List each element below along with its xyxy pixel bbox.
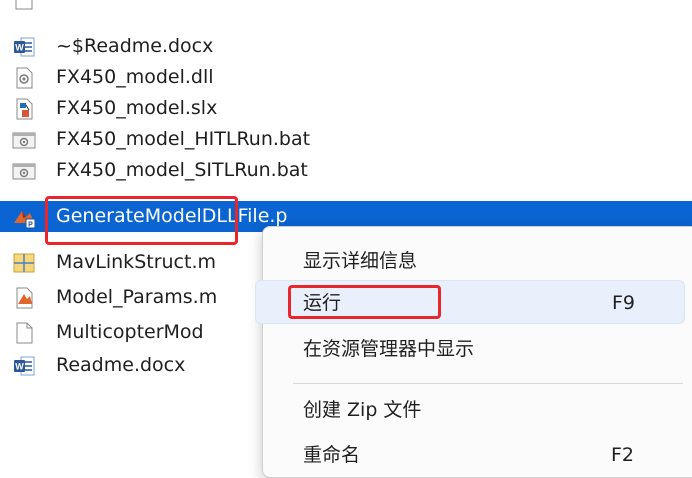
file-name: FX450_model_HITLRun.bat	[56, 128, 311, 150]
menu-item-shortcut: F9	[612, 292, 636, 314]
file-name: ~$Readme.docx	[56, 35, 214, 57]
context-menu: 显示详细信息 运行 F9 在资源管理器中显示 创建 Zip 文件 重命名 F2	[255, 226, 692, 478]
simulink-model-icon	[16, 98, 33, 120]
file-row[interactable]: W ~$Readme.docx	[0, 31, 692, 62]
menu-item-label: 重命名	[303, 444, 361, 466]
file-name: FX450_model.dll	[56, 66, 214, 88]
batch-file-icon	[12, 163, 36, 180]
file-name: GenerateModelDLLFile.p	[56, 205, 288, 227]
file-row-partial[interactable]: · · ·	[0, 0, 692, 14]
file-row[interactable]: FX450_model.dll	[0, 62, 692, 93]
menu-item-label: 创建 Zip 文件	[303, 399, 422, 421]
file-icon	[15, 0, 33, 10]
file-name: Readme.docx	[56, 354, 186, 376]
file-row[interactable]: FX450_model_HITLRun.bat	[0, 124, 692, 155]
dll-file-icon	[16, 67, 33, 89]
menu-item-run[interactable]: 运行 F9	[255, 280, 685, 324]
batch-file-icon	[12, 132, 36, 149]
file-row[interactable]: FX450_model_SITLRun.bat	[0, 155, 692, 186]
generic-file-icon	[16, 322, 33, 344]
word-doc-icon: W	[14, 356, 35, 376]
word-doc-icon: W	[14, 37, 35, 57]
menu-item-rename[interactable]: 重命名 F2	[263, 433, 689, 477]
svg-text:P: P	[28, 222, 33, 229]
svg-text:W: W	[15, 362, 24, 372]
menu-item-label: 运行	[303, 292, 342, 314]
file-name: Model_Params.m	[56, 286, 218, 308]
menu-item-label: 在资源管理器中显示	[303, 338, 475, 360]
menu-item-label: 显示详细信息	[303, 250, 418, 272]
menu-item-shortcut: F2	[611, 444, 635, 466]
matlab-script-icon	[16, 287, 33, 309]
menu-separator	[293, 383, 683, 384]
file-name: MulticopterMod	[56, 321, 204, 343]
file-name: FX450_model.slx	[56, 97, 218, 119]
matlab-p-file-icon: P	[14, 211, 36, 229]
menu-item-create-zip[interactable]: 创建 Zip 文件	[263, 388, 689, 432]
file-row[interactable]: FX450_model.slx	[0, 93, 692, 124]
svg-text:W: W	[15, 43, 24, 53]
file-name: FX450_model_SITLRun.bat	[56, 159, 308, 181]
menu-item-show-in-explorer[interactable]: 在资源管理器中显示	[263, 327, 689, 371]
menu-item-show-details[interactable]: 显示详细信息	[263, 239, 689, 283]
file-name: · · ·	[56, 0, 86, 14]
matlab-data-icon	[13, 253, 35, 273]
file-name: MavLinkStruct.m	[56, 251, 216, 273]
